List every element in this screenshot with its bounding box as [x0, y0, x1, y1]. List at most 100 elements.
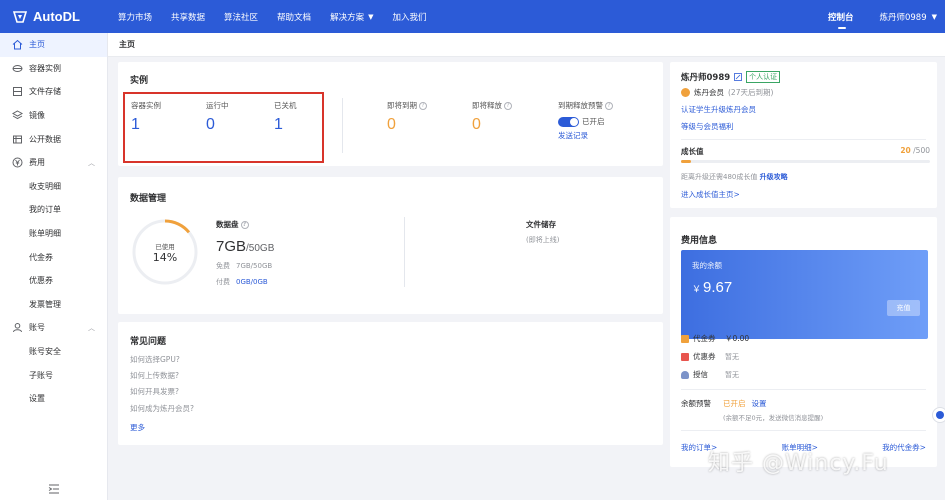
breadcrumb: 主页: [108, 33, 945, 57]
sidebar-item-coupons[interactable]: 优惠券: [0, 269, 107, 293]
expire-alert-switch[interactable]: [558, 116, 579, 127]
voucher-row[interactable]: 代金券 ￥0.00: [681, 333, 749, 344]
sidebar-item-invoices[interactable]: 发票管理: [0, 293, 107, 317]
data-management-title: 数据管理: [130, 194, 167, 204]
balance-amount: ￥ 9.67: [692, 279, 732, 296]
stat-stopped[interactable]: 已关机 1: [274, 100, 297, 134]
stat-running[interactable]: 运行中 0: [206, 100, 229, 134]
chevron-down-icon: ▼: [931, 12, 937, 21]
instance-card: 实例 容器实例 1 运行中 0 已关机 1 即将到期? 0 即将释放? 0 到期…: [118, 62, 663, 166]
coupon-row[interactable]: 优惠券 暂无: [681, 351, 739, 362]
sidebar-item-label: 主页: [29, 40, 45, 50]
balance-alert-settings-link[interactable]: 设置: [752, 398, 767, 409]
instance-title: 实例: [130, 76, 149, 86]
paid-label: 付费: [216, 278, 230, 286]
nav-help-docs[interactable]: 帮助文档: [277, 11, 311, 23]
help-icon[interactable]: ?: [605, 101, 613, 110]
faq-item[interactable]: 如何选择GPU?: [130, 354, 194, 370]
collapse-menu-icon[interactable]: [48, 484, 60, 494]
coupon-icon: [681, 352, 689, 361]
sidebar-item-settings[interactable]: 设置: [0, 387, 107, 411]
growth-progress-bar: [681, 160, 930, 163]
level-benefits-link[interactable]: 等级与会员福利: [681, 121, 734, 132]
growth-home-link[interactable]: 进入成长值主页>: [681, 189, 740, 200]
stat-value: 1: [131, 116, 140, 133]
customer-service-button[interactable]: [932, 407, 945, 423]
faq-more-link[interactable]: 更多: [130, 422, 145, 433]
edit-icon[interactable]: [734, 73, 743, 81]
sidebar-item-my-orders[interactable]: 我的订单: [0, 198, 107, 222]
fee-card: 费用信息 我的余额 ￥ 9.67 充值 代金券 ￥0.00 优惠券 暂无 授信 暂…: [670, 217, 937, 467]
used-label: 已使用: [155, 243, 175, 251]
sidebar-item-bills[interactable]: 账单明细: [0, 222, 107, 246]
user-menu[interactable]: 炼丹师0989 ▼: [879, 11, 937, 23]
sidebar-item-account[interactable]: 账号 ︿: [0, 316, 107, 340]
sidebar-item-sub-accounts[interactable]: 子账号: [0, 363, 107, 387]
balance-alert: 余额预警 已开启 设置: [681, 398, 767, 409]
growth-value: 20 /500: [900, 146, 930, 155]
faq-item[interactable]: 如何上传数据?: [130, 370, 194, 386]
sidebar-item-label: 容器实例: [29, 63, 61, 73]
data-disk: 数据盘? 7GB/50GB 免费 7GB/50GB 付费 0GB/0GB: [216, 219, 274, 287]
sidebar-item-containers[interactable]: 容器实例: [0, 57, 107, 81]
faq-item[interactable]: 如何成为炼丹会员?: [130, 403, 194, 419]
fee-title: 费用信息: [681, 236, 718, 246]
stat-value: 0: [472, 116, 481, 133]
fee-row-name: 代金券: [693, 334, 716, 343]
sidebar-item-transactions[interactable]: 收支明细: [0, 175, 107, 199]
chevron-down-icon: ▼: [368, 12, 374, 21]
file-storage-subtitle: (即将上线): [526, 236, 560, 244]
console-link[interactable]: 控制台: [828, 11, 853, 29]
recharge-button[interactable]: 充值: [887, 300, 920, 316]
nav-compute-market[interactable]: 算力市场: [118, 11, 152, 23]
balance-label: 我的余额: [692, 261, 722, 270]
stat-label: 已关机: [274, 101, 297, 110]
growth-total: /500: [910, 146, 930, 155]
sidebar-item-file-storage[interactable]: 文件存储: [0, 80, 107, 104]
balance-alert-state: 已开启: [723, 399, 746, 408]
paid-value[interactable]: 0GB/0GB: [236, 278, 268, 286]
sidebar-item-public-data[interactable]: 公开数据: [0, 127, 107, 151]
stat-value: 0: [387, 116, 396, 133]
faq-item[interactable]: 如何开具发票?: [130, 386, 194, 402]
nav-join-us[interactable]: 加入我们: [392, 11, 426, 23]
sidebar-item-vouchers[interactable]: 代金券: [0, 245, 107, 269]
student-upgrade-link[interactable]: 认证学生升级炼丹会员: [681, 104, 756, 115]
image-icon: [12, 110, 23, 121]
top-bar: AutoDL 算力市场 共享数据 算法社区 帮助文档 解决方案 ▼ 加入我们 控制…: [0, 0, 945, 33]
chevron-up-icon: ︿: [88, 158, 95, 167]
sidebar-item-label: 文件存储: [29, 87, 61, 97]
growth-tip-text: 距离升级还需480成长值: [681, 173, 758, 181]
stat-label: 即将到期: [387, 101, 417, 110]
fee-row-name: 授信: [693, 370, 708, 379]
sidebar-item-label: 设置: [29, 394, 45, 404]
send-records-link[interactable]: 发送记录: [558, 130, 613, 141]
nav-solutions-label: 解决方案: [330, 12, 365, 23]
sidebar-item-label: 子账号: [29, 370, 53, 380]
profile-card: 炼丹师0989 个人认证 炼丹会员 (27天后到期) 认证学生升级炼丹会员 等级…: [670, 62, 937, 208]
logo[interactable]: AutoDL: [0, 9, 110, 25]
credit-row[interactable]: 授信 暂无: [681, 369, 739, 380]
sidebar-item-label: 公开数据: [29, 134, 61, 144]
sidebar-item-label: 优惠券: [29, 276, 53, 286]
voucher-icon: [681, 334, 689, 343]
sidebar-item-images[interactable]: 镜像: [0, 104, 107, 128]
home-icon: [12, 39, 23, 50]
nav-algorithm-community[interactable]: 算法社区: [224, 11, 258, 23]
upgrade-guide-link[interactable]: 升级攻略: [760, 173, 788, 181]
sidebar-item-home[interactable]: 主页: [0, 33, 107, 57]
help-icon[interactable]: ?: [240, 220, 249, 229]
nav-shared-data[interactable]: 共享数据: [171, 11, 205, 23]
faq-card: 常见问题 如何选择GPU? 如何上传数据? 如何开具发票? 如何成为炼丹会员? …: [118, 322, 663, 445]
stat-expiring[interactable]: 即将到期? 0: [387, 100, 427, 134]
stat-label: 运行中: [206, 101, 229, 110]
nav-solutions[interactable]: 解决方案 ▼: [330, 11, 373, 23]
help-icon[interactable]: ?: [504, 101, 512, 110]
divider: [681, 430, 926, 431]
stat-label: 容器实例: [131, 101, 161, 110]
stat-releasing[interactable]: 即将释放? 0: [472, 100, 512, 134]
stat-containers[interactable]: 容器实例 1: [131, 100, 161, 134]
help-icon[interactable]: ?: [419, 101, 427, 110]
sidebar-item-fees[interactable]: 费用 ︿: [0, 151, 107, 175]
sidebar-item-account-security[interactable]: 账号安全: [0, 340, 107, 364]
